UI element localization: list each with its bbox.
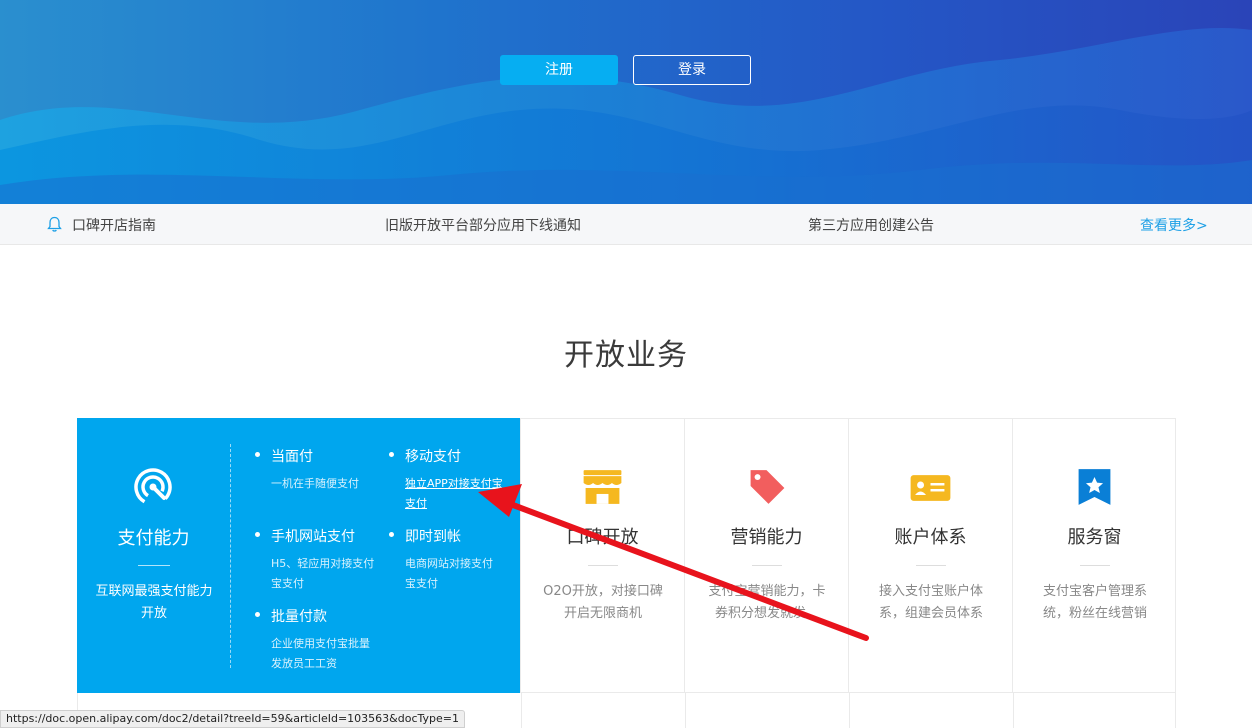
grid-right-border	[1175, 418, 1176, 728]
bullet-dot	[389, 452, 394, 457]
card-account-system[interactable]: 账户体系 接入支付宝账户体系，组建会员体系	[848, 418, 1012, 693]
card-title: 营销能力	[730, 527, 803, 548]
sub-item-face-to-face-pay[interactable]: 当面付 一机在手随便支付	[255, 446, 381, 494]
card-koubei-open[interactable]: 口碑开放 O2O开放，对接口碑开启无限商机	[520, 418, 684, 693]
sub-item-instant-transfer[interactable]: 即时到帐 电商网站对接支付宝支付	[389, 526, 503, 594]
featured-dashed-divider	[230, 444, 231, 668]
card-title: 口碑开放	[566, 527, 639, 548]
sub-item-mobile-web-pay[interactable]: 手机网站支付 H5、轻应用对接支付宝支付	[255, 526, 375, 594]
bullet-dot	[255, 532, 260, 537]
sub-item-desc: 企业使用支付宝批量发放员工工资	[271, 637, 370, 670]
bullet-dot	[255, 452, 260, 457]
card-service-window[interactable]: 服务窗 支付宝客户管理系统，粉丝在线营销	[1012, 418, 1176, 693]
card-title: 账户体系	[894, 527, 967, 548]
row-divider	[1013, 693, 1014, 728]
notice-link-third-party-app[interactable]: 第三方应用创建公告	[808, 215, 934, 235]
card-description: 接入支付宝账户体系，组建会员体系	[878, 584, 983, 621]
sub-item-name: 批量付款	[271, 609, 327, 625]
row-divider	[521, 693, 522, 728]
id-card-icon	[910, 475, 951, 501]
featured-divider	[138, 565, 170, 566]
notice-link-legacy-platform[interactable]: 旧版开放平台部分应用下线通知	[385, 215, 581, 235]
view-more-link[interactable]: 查看更多>	[1140, 215, 1208, 235]
card-divider	[752, 565, 782, 566]
row-divider	[849, 693, 850, 728]
section-title: 开放业务	[564, 338, 688, 373]
register-button[interactable]: 注册	[500, 55, 618, 85]
card-divider	[916, 565, 946, 566]
sub-item-name: 当面付	[271, 449, 313, 465]
payment-signal-icon	[134, 468, 172, 506]
sub-item-desc: H5、轻应用对接支付宝支付	[271, 557, 375, 590]
notice-link-koubei-guide[interactable]: 口碑开店指南	[72, 215, 156, 235]
bullet-dot	[389, 532, 394, 537]
sub-item-desc-link[interactable]: 独立APP对接支付宝支付	[405, 474, 503, 514]
row-divider	[685, 693, 686, 728]
star-bookmark-icon	[1078, 469, 1111, 505]
featured-title: 支付能力	[117, 528, 190, 549]
hero-wave-background	[0, 27, 1252, 204]
bell-icon	[47, 216, 62, 232]
card-description: O2O开放，对接口碑开启无限商机	[543, 584, 663, 621]
sub-item-name: 移动支付	[405, 449, 461, 465]
card-divider	[588, 565, 618, 566]
card-marketing[interactable]: 营销能力 支付宝营销能力，卡券积分想发就发。	[684, 418, 848, 693]
card-description: 支付宝客户管理系统，粉丝在线营销	[1042, 584, 1147, 621]
card-title: 服务窗	[1067, 527, 1122, 548]
browser-status-bar-url: https://doc.open.alipay.com/doc2/detail?…	[0, 710, 465, 728]
sub-item-mobile-pay[interactable]: 移动支付 独立APP对接支付宝支付	[389, 446, 503, 514]
featured-description: 互联网最强支付能力开放	[95, 584, 213, 621]
sub-item-name: 即时到帐	[405, 529, 461, 545]
sub-item-batch-payment[interactable]: 批量付款 企业使用支付宝批量发放员工工资	[255, 606, 375, 674]
login-button[interactable]: 登录	[633, 55, 751, 85]
bullet-dot	[255, 612, 260, 617]
sub-item-desc: 电商网站对接支付宝支付	[405, 557, 493, 590]
sub-item-name: 手机网站支付	[271, 529, 355, 545]
storefront-icon	[583, 470, 622, 504]
notice-bar: 口碑开店指南 旧版开放平台部分应用下线通知 第三方应用创建公告 查看更多>	[0, 204, 1252, 245]
card-description: 支付宝营销能力，卡券积分想发就发。	[708, 584, 826, 621]
card-divider	[1080, 565, 1110, 566]
hero-banner: 注册 登录	[0, 0, 1252, 204]
sub-item-desc: 一机在手随便支付	[271, 477, 359, 490]
price-tag-icon	[750, 470, 785, 504]
